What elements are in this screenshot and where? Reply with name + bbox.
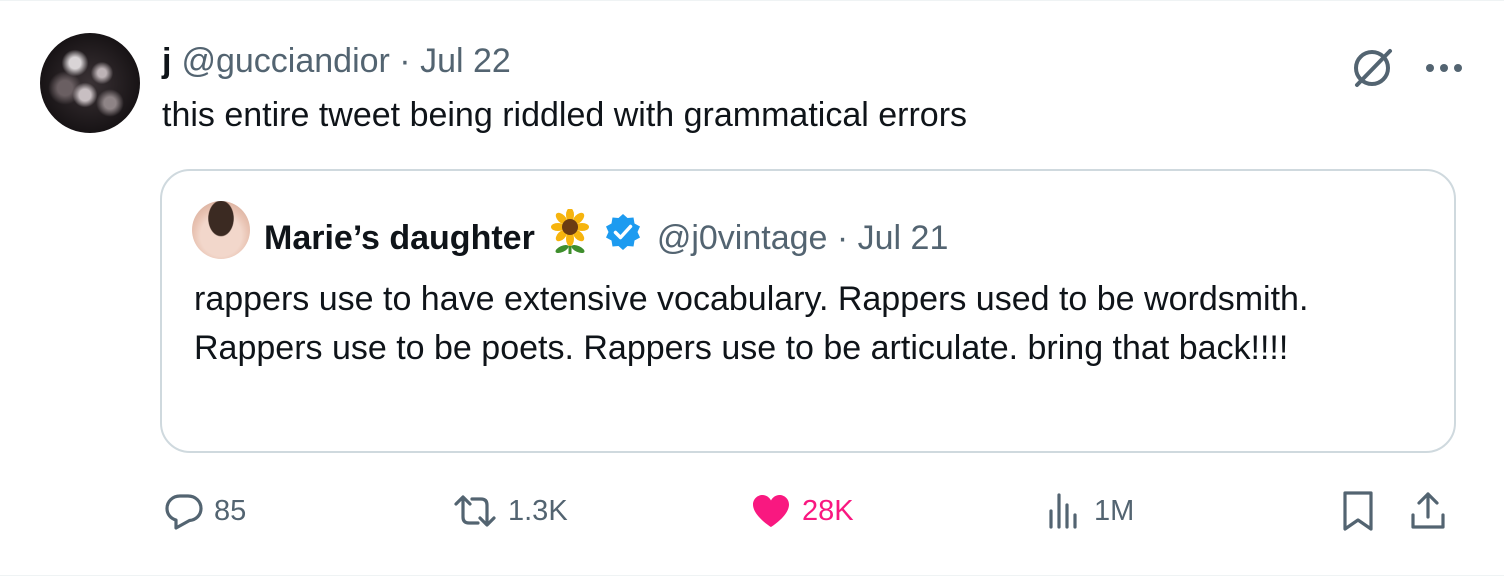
views-count: 1M — [1094, 494, 1135, 527]
grok-icon[interactable] — [1348, 43, 1398, 93]
views-button[interactable]: 1M — [1044, 485, 1134, 537]
quoted-author-avatar[interactable] — [192, 201, 250, 259]
views-icon — [1049, 493, 1077, 529]
verified-badge-icon[interactable] — [603, 212, 643, 263]
like-count: 28K — [802, 494, 854, 527]
quoted-author-name[interactable]: Marie’s daughter — [264, 216, 535, 260]
share-button[interactable] — [1408, 485, 1448, 537]
repost-button[interactable]: 1.3K — [452, 485, 568, 537]
quoted-tweet-text: rappers use to have extensive vocabulary… — [194, 280, 1309, 367]
bookmark-icon — [1343, 491, 1373, 531]
tweet-text: this entire tweet being riddled with gra… — [162, 96, 968, 134]
reply-count: 85 — [214, 494, 247, 527]
tweet-header: j @gucciandior · Jul 22 — [162, 39, 511, 83]
tweet[interactable]: j @gucciandior · Jul 22 this entire twee… — [0, 0, 1504, 576]
tweet-top-icons — [1348, 43, 1464, 93]
author-name[interactable]: j — [162, 39, 171, 83]
reply-icon — [165, 494, 203, 530]
repost-count: 1.3K — [508, 494, 568, 527]
reply-button[interactable]: 85 — [164, 485, 246, 537]
more-icon[interactable] — [1424, 62, 1464, 74]
repost-icon — [454, 495, 496, 527]
heart-icon — [753, 495, 789, 527]
quoted-tweet[interactable]: Marie’s daughter @j0vintage · Jul 21 rap… — [160, 169, 1456, 453]
share-icon — [1411, 492, 1445, 529]
action-bar: 85 1.3K 28K 1M — [160, 485, 1460, 537]
bookmark-button[interactable] — [1338, 485, 1378, 537]
author-handle-date[interactable]: @gucciandior · Jul 22 — [181, 39, 510, 83]
quoted-author-handle-date[interactable]: @j0vintage · Jul 21 — [657, 216, 949, 260]
author-avatar[interactable] — [40, 33, 140, 133]
like-button[interactable]: 28K — [750, 485, 854, 537]
sunflower-icon — [547, 208, 593, 266]
quoted-tweet-header: Marie’s daughter @j0vintage · Jul 21 — [264, 208, 949, 266]
